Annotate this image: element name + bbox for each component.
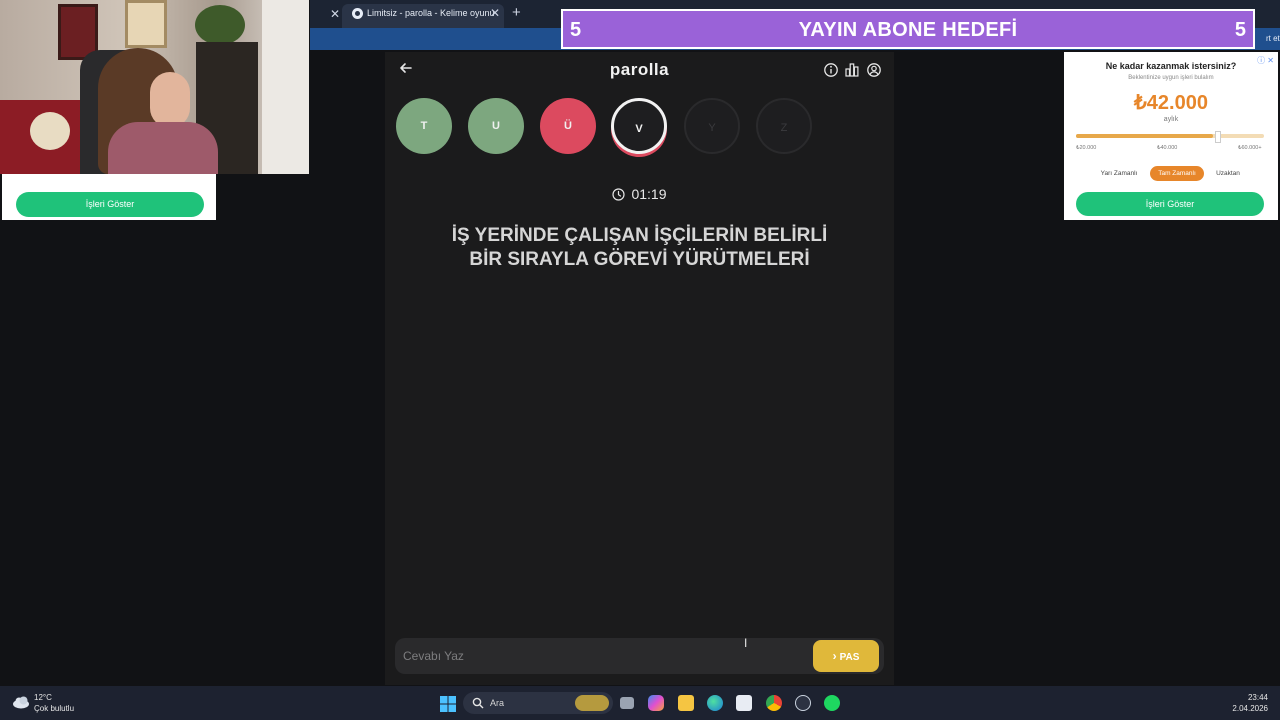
copilot-icon[interactable] [648, 695, 664, 711]
tab-title[interactable]: Limitsiz - parolla - Kelime oyunu [367, 8, 495, 18]
webcam-feed [0, 0, 309, 174]
answer-input[interactable] [403, 642, 803, 670]
parolla-favicon-icon [352, 8, 363, 19]
weather-condition[interactable]: Çok bulutlu [34, 704, 74, 713]
timer: 01:19 [385, 186, 894, 202]
option-full-time[interactable]: Tam Zamanlı [1150, 166, 1204, 181]
ad-right-show-jobs-button[interactable]: İşleri Göster [1076, 192, 1264, 216]
ad-salary: ₺42.000 [1134, 92, 1208, 114]
letter-t: T [396, 98, 452, 154]
question-text: İŞ YERİNDE ÇALIŞAN İŞÇİLERİN BELİRLİ BİR… [451, 225, 828, 270]
letter-v-current: V [611, 98, 667, 154]
chevron-right-icon: › [832, 649, 837, 663]
letter-progress-row: T U Ü V Y Z [385, 98, 894, 158]
new-tab-icon[interactable]: + [512, 4, 521, 21]
address-bar-right-text: rt et [1266, 34, 1280, 43]
ad-period: aylık [1163, 116, 1179, 123]
edge-icon[interactable] [707, 695, 723, 711]
search-icon [472, 697, 484, 709]
letter-u: U [468, 98, 524, 154]
cloudy-weather-icon[interactable] [11, 694, 31, 710]
weather-temperature[interactable]: 12°C [34, 693, 52, 702]
option-remote[interactable]: Uzaktan [1210, 166, 1246, 181]
game-header: parolla [385, 52, 894, 88]
parolla-logo[interactable]: parolla [385, 60, 894, 80]
profile-icon[interactable] [866, 62, 882, 78]
stats-icon[interactable] [844, 62, 860, 78]
taskbar-time[interactable]: 23:44 [1248, 693, 1268, 702]
letter-y: Y [684, 98, 740, 154]
webcam-streamer-face [150, 72, 190, 128]
ad-left: İşleri Göster [2, 174, 216, 220]
store-icon[interactable] [736, 695, 752, 711]
webcam-plant [195, 5, 245, 45]
search-highlight-icon [575, 695, 609, 711]
ad-question: Ne kadar kazanmak istersiniz? [1105, 61, 1237, 71]
timer-value: 01:19 [631, 186, 667, 202]
close-tab-icon[interactable]: ✕ [330, 7, 340, 21]
slider-tick-max: ₺60.000+ [1238, 145, 1262, 151]
webcam-picture-frame [125, 0, 167, 48]
webcam-streamer-shirt [108, 122, 218, 174]
folder-icon[interactable] [678, 695, 694, 711]
webcam-teddy-bear [30, 112, 70, 150]
webcam-door [262, 0, 309, 174]
salary-slider-fill [1076, 134, 1214, 138]
info-icon[interactable] [823, 62, 839, 78]
ad-right: ⓘ ✕ Ne kadar kazanmak istersiniz? Beklen… [1064, 52, 1278, 220]
pass-button[interactable]: › PAS [813, 640, 879, 672]
spotify-icon[interactable] [824, 695, 840, 711]
text-cursor-icon: I [744, 636, 748, 650]
letter-u-umlaut: Ü [540, 98, 596, 154]
subscriber-goal-banner: 5 YAYIN ABONE HEDEFİ 5 [561, 9, 1255, 49]
taskbar: 12°C Çok bulutlu Ara 23:44 2.04.2026 [0, 686, 1280, 720]
file-manager-icon[interactable] [620, 697, 634, 709]
game-panel: parolla T U Ü V Y Z 01:19 İŞ YERİNDE ÇAL [385, 52, 894, 685]
letter-z: Z [756, 98, 812, 154]
chrome-icon[interactable] [766, 695, 782, 711]
taskbar-search[interactable]: Ara [463, 692, 613, 714]
slider-tick-min: ₺20.000 [1076, 145, 1097, 151]
steam-icon[interactable] [795, 695, 811, 711]
ad-subtitle: Beklentinize uygun işleri bulalım [1128, 75, 1214, 81]
pass-button-label: PAS [839, 652, 860, 663]
windows-start-icon[interactable] [440, 696, 456, 712]
answer-bar: ›PAS [395, 638, 884, 674]
slider-tick-mid: ₺40.000 [1157, 145, 1178, 151]
option-part-time[interactable]: Yarı Zamanlı [1094, 166, 1144, 181]
salary-slider-handle[interactable] [1215, 131, 1222, 143]
goal-title: YAYIN ABONE HEDEFİ [798, 19, 1018, 41]
search-label: Ara [490, 698, 505, 708]
ad-left-show-jobs-button[interactable]: İşleri Göster [16, 192, 204, 217]
clock-icon [612, 188, 626, 201]
salary-slider[interactable] [1076, 131, 1264, 143]
taskbar-date[interactable]: 2.04.2026 [1232, 704, 1268, 713]
goal-target-count: 5 [1234, 19, 1246, 41]
close-tab-icon[interactable]: ✕ [490, 6, 500, 20]
